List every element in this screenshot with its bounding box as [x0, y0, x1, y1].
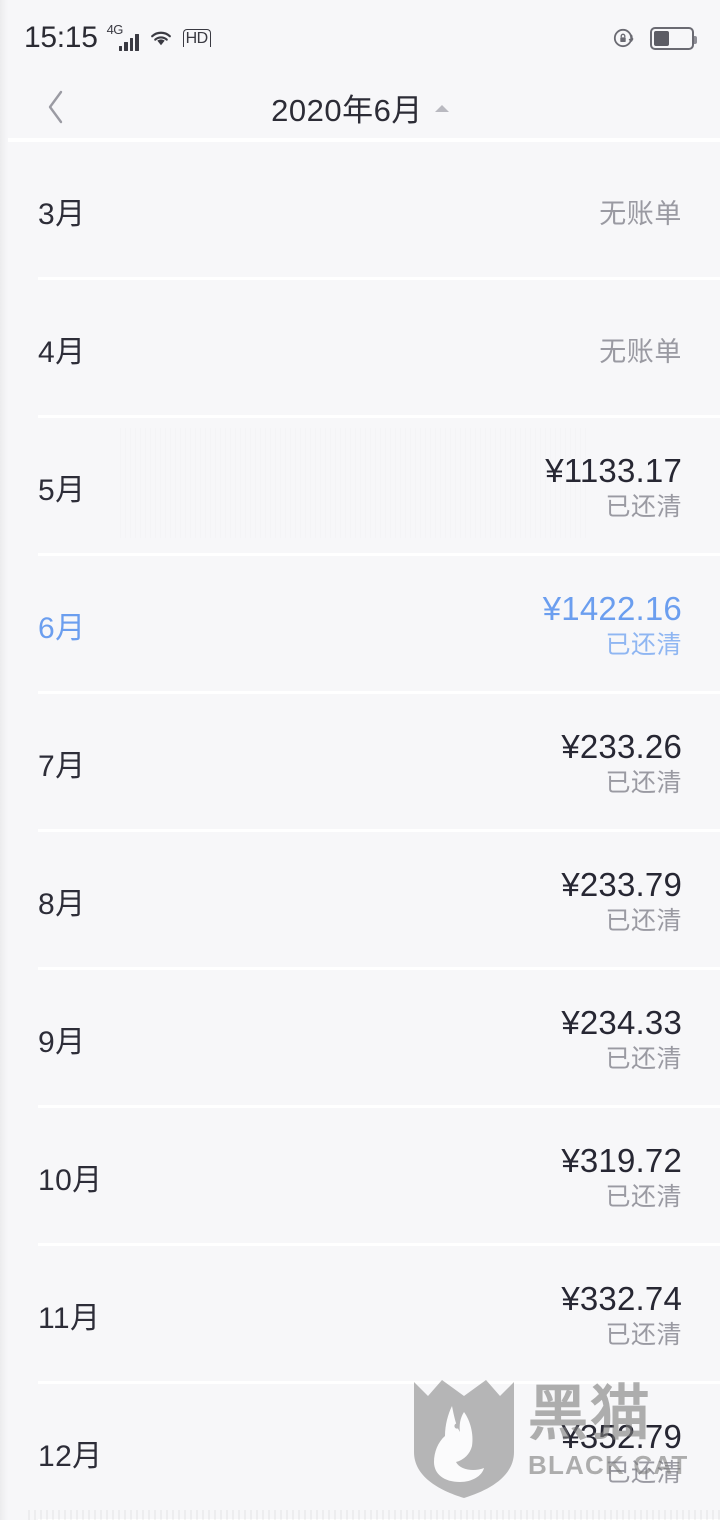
bill-status-badge: 已还清	[605, 769, 682, 798]
chevron-left-icon	[48, 90, 63, 124]
bill-month-label: 11月	[38, 1302, 101, 1335]
bill-row[interactable]: 3月 无账单	[0, 142, 720, 280]
bill-row[interactable]: 7月 ¥233.26 已还清	[0, 694, 720, 832]
page-left-edge	[0, 0, 8, 1520]
bill-month-label: 7月	[38, 750, 86, 783]
nav-bar: 2020年6月	[0, 76, 720, 138]
bill-amount: ¥234.33	[561, 1003, 682, 1041]
bill-amount: ¥233.26	[561, 727, 682, 765]
bill-row[interactable]: 12月 ¥352.79 已还清	[0, 1384, 720, 1520]
status-bar-left: 15:15 4G HD	[24, 21, 211, 55]
bill-row-right: ¥1422.16 已还清	[543, 590, 682, 661]
bill-row-right: ¥319.72 已还清	[561, 1142, 682, 1213]
bill-amount: ¥233.79	[561, 865, 682, 903]
bill-row[interactable]: 6月 ¥1422.16 已还清	[0, 556, 720, 694]
page-title: 2020年6月	[271, 92, 423, 128]
phone-screen: 15:15 4G HD 2020年6月 3月 无账单 4月 无账单 5月 ¥11…	[0, 0, 720, 1520]
bill-row-right: ¥352.79 已还清	[561, 1418, 682, 1489]
bill-row-right: 无账单	[599, 330, 682, 369]
bill-status-badge: 已还清	[605, 1183, 682, 1212]
bill-month-label: 8月	[38, 888, 86, 921]
signal-icon: 4G	[107, 23, 139, 51]
monthly-bill-list: 3月 无账单 4月 无账单 5月 ¥1133.17 已还清 6月 ¥1422.16 已还清 7月 ¥2…	[0, 142, 720, 1520]
rotation-lock-icon	[610, 25, 636, 51]
bill-status-badge: 已还清	[605, 1459, 682, 1488]
signal-bars	[118, 33, 139, 51]
bottom-edge-artifact	[28, 1510, 720, 1520]
bill-month-label: 3月	[38, 198, 86, 231]
texture-artifact	[120, 428, 590, 538]
status-clock: 15:15	[24, 21, 98, 54]
wifi-icon	[148, 27, 174, 49]
bill-status-badge: 已还清	[605, 1045, 682, 1074]
bill-row[interactable]: 4月 无账单	[0, 280, 720, 418]
bill-status-badge: 已还清	[605, 907, 682, 936]
status-bar: 15:15 4G HD	[0, 0, 720, 76]
back-button[interactable]	[20, 76, 92, 138]
bill-month-label: 6月	[38, 612, 86, 645]
bill-row[interactable]: 11月 ¥332.74 已还清	[0, 1246, 720, 1384]
bill-row-right: ¥234.33 已还清	[561, 1004, 682, 1075]
bill-row[interactable]: 5月 ¥1133.17 已还清	[0, 418, 720, 556]
bill-month-label: 4月	[38, 336, 86, 369]
bill-row-right: ¥233.79 已还清	[561, 866, 682, 937]
bill-row-right: 无账单	[599, 192, 682, 231]
bill-month-label: 12月	[38, 1440, 103, 1473]
bill-amount: ¥1133.17	[545, 451, 682, 489]
bill-amount: ¥1422.16	[542, 589, 682, 627]
bill-amount: ¥319.72	[561, 1141, 682, 1179]
bill-amount: ¥352.79	[561, 1417, 682, 1455]
bill-row-right: ¥1133.17 已还清	[545, 452, 682, 523]
bill-status-no-bill: 无账单	[599, 198, 682, 229]
status-bar-right	[610, 25, 697, 51]
battery-icon	[650, 26, 697, 50]
bill-row-right: ¥233.26 已还清	[561, 728, 682, 799]
bill-row[interactable]: 10月 ¥319.72 已还清	[0, 1108, 720, 1246]
bill-month-label: 5月	[38, 474, 86, 507]
nav-title-group: 2020年6月	[0, 85, 720, 130]
bill-row-right: ¥332.74 已还清	[561, 1280, 682, 1351]
bill-month-label: 10月	[38, 1164, 103, 1197]
bill-month-label: 9月	[38, 1026, 86, 1059]
caret-up-icon[interactable]	[434, 104, 449, 112]
bill-status-badge: 已还清	[605, 631, 682, 660]
bill-status-badge: 已还清	[605, 1321, 682, 1350]
bill-status-badge: 已还清	[605, 493, 682, 522]
bill-amount: ¥332.74	[561, 1279, 682, 1317]
hd-icon: HD	[182, 29, 211, 47]
bill-row[interactable]: 8月 ¥233.79 已还清	[0, 832, 720, 970]
bill-status-no-bill: 无账单	[599, 336, 682, 367]
bill-row[interactable]: 9月 ¥234.33 已还清	[0, 970, 720, 1108]
